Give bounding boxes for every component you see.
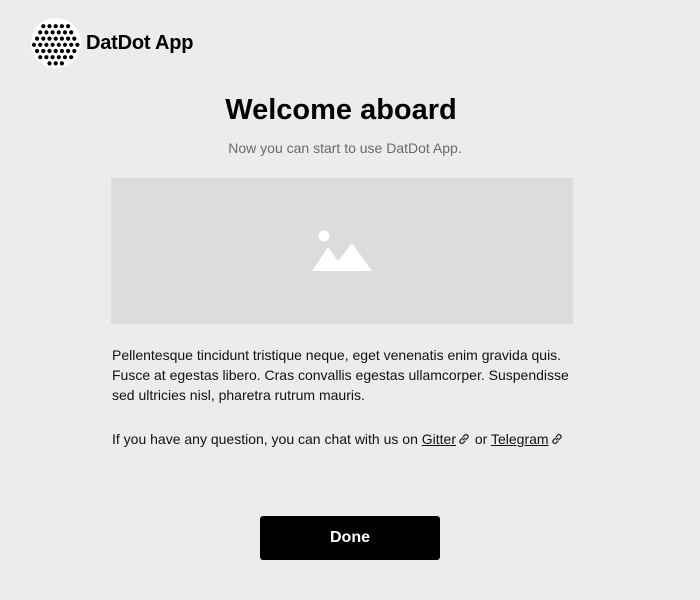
telegram-link[interactable]: Telegram: [491, 431, 549, 447]
gitter-link-label: Gitter: [421, 431, 456, 447]
gitter-link[interactable]: Gitter: [422, 431, 456, 447]
contact-line: If you have any question, you can chat w…: [112, 429, 592, 449]
brand-name: DatDot App: [86, 31, 194, 54]
telegram-link-label: Telegram: [490, 431, 549, 447]
intro-paragraph: Pellentesque tincidunt tristique neque, …: [112, 347, 569, 403]
dotted-circle-logo-icon: [31, 18, 81, 68]
image-placeholder-icon: [312, 230, 372, 271]
external-link-icon: [551, 434, 562, 444]
page-title: Welcome aboard: [225, 94, 457, 126]
contact-prefix: If you have any question, you can chat w…: [112, 431, 422, 447]
brand-header: DatDot App: [31, 18, 193, 68]
hero-image-placeholder: [111, 178, 573, 324]
contact-separator: or: [470, 431, 491, 447]
external-link-icon: [459, 434, 469, 444]
done-button[interactable]: Done: [260, 516, 440, 560]
page-subtitle: Now you can start to use DatDot App.: [228, 140, 462, 156]
